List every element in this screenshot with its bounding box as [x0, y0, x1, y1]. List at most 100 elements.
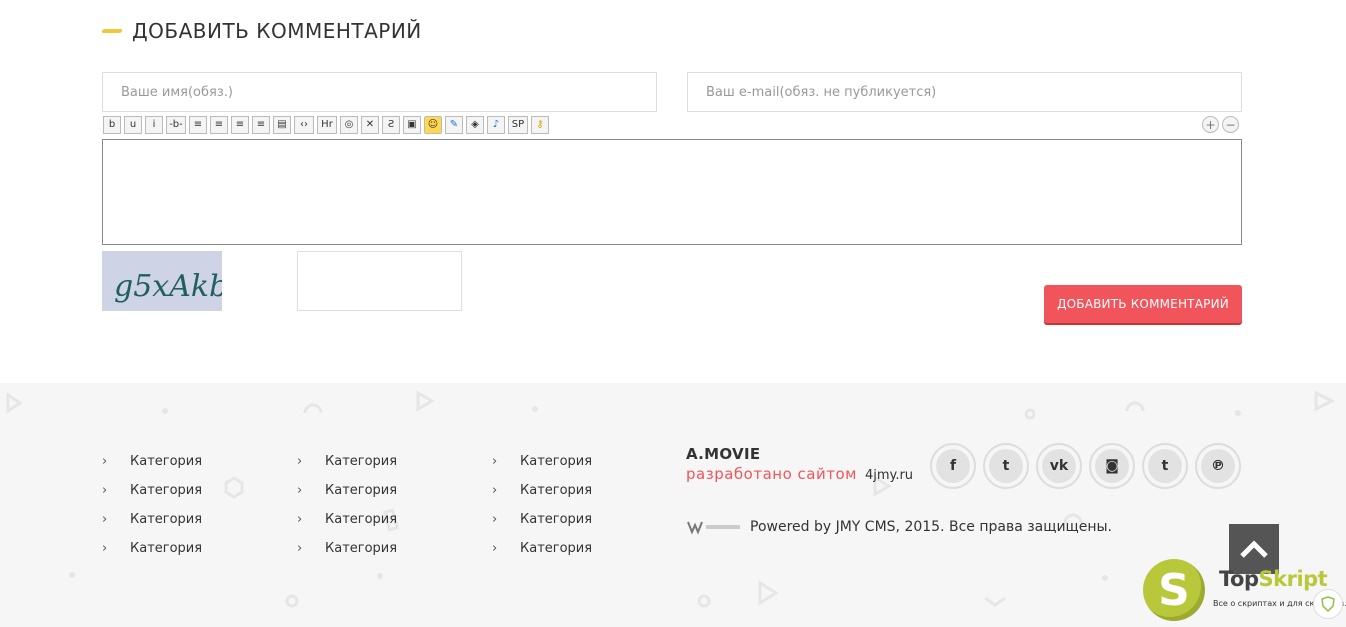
zoom-controls: + − [1202, 116, 1239, 133]
name-input[interactable] [102, 72, 657, 112]
category-label: Категория [130, 454, 203, 469]
chevron-right-icon: › [492, 454, 498, 469]
zoom-out-button[interactable]: − [1222, 116, 1239, 133]
add-comment-button[interactable]: ДОБАВИТЬ КОММЕНТАРИЙ [1044, 285, 1242, 323]
category-link[interactable]: › Категория [297, 476, 397, 505]
pinterest-icon: ℗ [1201, 449, 1235, 483]
chevron-right-icon: › [297, 512, 303, 527]
zoom-in-button[interactable]: + [1202, 116, 1219, 133]
vk-icon: vk [1042, 449, 1076, 483]
category-label: Категория [520, 483, 593, 498]
music-button[interactable]: ♪ [487, 116, 505, 134]
footer-brand: A.MOVIE разработано сайтом 4jmy.ru [686, 445, 913, 483]
bbcode-toolbar: b u i -b- ≡ ≡ ≡ ≡ ▤ ‹› Hr ◎ ✕ Ƨ ▣ ☺ ✎ ◈ ♪ SP ⚷ [103, 116, 549, 134]
chevron-right-icon: › [297, 454, 303, 469]
form-heading: ДОБАВИТЬ КОММЕНТАРИЙ [132, 19, 422, 43]
category-label: Категория [130, 541, 203, 556]
powered-by: Powered by JMY CMS, 2015. Все права защи… [686, 516, 1112, 538]
category-label: Категория [325, 541, 398, 556]
chevron-right-icon: › [297, 483, 303, 498]
smile-button[interactable]: ☺ [424, 116, 442, 134]
facebook-button[interactable]: f [930, 443, 976, 489]
chevron-right-icon: › [297, 541, 303, 556]
developer-credit: разработано сайтом 4jmy.ru [686, 465, 913, 483]
category-label: Категория [520, 541, 593, 556]
category-label: Категория [520, 512, 593, 527]
developer-site-link[interactable]: 4jmy.ru [865, 468, 913, 483]
category-link[interactable]: › Категория [102, 534, 202, 563]
category-link[interactable]: › Категория [492, 534, 592, 563]
category-link[interactable]: › Категория [297, 534, 397, 563]
edit-button[interactable]: ✎ [445, 116, 463, 134]
title-accent-dash [101, 29, 123, 33]
tumblr-icon: t [1148, 449, 1182, 483]
pinterest-button[interactable]: ℗ [1195, 443, 1241, 489]
topskript-name-a: Top [1219, 567, 1259, 591]
topskript-logo: S [1143, 559, 1205, 621]
category-link[interactable]: › Категория [492, 476, 592, 505]
instagram-button[interactable]: ◙ [1089, 443, 1135, 489]
align-left-button[interactable]: ≡ [189, 116, 207, 134]
spoiler-button[interactable]: ◎ [340, 116, 358, 134]
copy-button[interactable]: ▣ [403, 116, 421, 134]
align-center-button[interactable]: ≡ [231, 116, 249, 134]
underline-button[interactable]: u [124, 116, 142, 134]
chevron-right-icon: › [492, 483, 498, 498]
powered-text: Powered by JMY CMS, 2015. Все права защи… [750, 519, 1113, 535]
chevron-right-icon: › [102, 454, 108, 469]
top-wonders-logo [687, 521, 740, 535]
chevron-up-icon [1240, 540, 1268, 558]
list-button[interactable]: ▤ [273, 116, 291, 134]
captcha-graphic: g5xAkb [114, 269, 228, 304]
category-label: Категория [130, 512, 203, 527]
email-input[interactable] [687, 72, 1242, 112]
key-button[interactable]: ⚷ [531, 116, 549, 134]
category-link[interactable]: › Категория [492, 447, 592, 476]
comment-textarea[interactable] [102, 139, 1242, 245]
chevron-right-icon: › [102, 483, 108, 498]
category-link[interactable]: › Категория [297, 447, 397, 476]
tumblr-button[interactable]: t [1142, 443, 1188, 489]
captcha-image: g5xAkb [102, 251, 228, 311]
quote-button[interactable]: Ƨ [382, 116, 400, 134]
hide-button[interactable]: ✕ [361, 116, 379, 134]
captcha-input[interactable] [297, 251, 462, 311]
category-column-3: › Категория › Категория › Категория › Катего… [492, 447, 592, 563]
category-link[interactable]: › Категория [102, 447, 202, 476]
chevron-right-icon: › [102, 512, 108, 527]
instagram-icon: ◙ [1095, 449, 1129, 483]
category-link[interactable]: › Категория [102, 476, 202, 505]
category-label: Категория [325, 454, 398, 469]
hr-button[interactable]: Hr [317, 116, 337, 134]
topskript-badge: S TopSkript Все о скриптах и для скрипто… [1143, 559, 1346, 627]
category-link[interactable]: › Категория [297, 505, 397, 534]
twitter-icon: t [989, 449, 1023, 483]
category-label: Категория [130, 483, 203, 498]
category-link[interactable]: › Категория [102, 505, 202, 534]
captcha-text: g5xAkb [114, 269, 222, 304]
bold-button[interactable]: b [103, 116, 121, 134]
chevron-right-icon: › [492, 512, 498, 527]
category-column-2: › Категория › Категория › Категория › Катего… [297, 447, 397, 563]
twitter-button[interactable]: t [983, 443, 1029, 489]
strike-button[interactable]: -b- [166, 116, 186, 134]
comment-form-title: ДОБАВИТЬ КОММЕНТАРИЙ [101, 18, 422, 44]
category-link[interactable]: › Категория [492, 505, 592, 534]
category-label: Категория [325, 512, 398, 527]
align-justify-button[interactable]: ≡ [252, 116, 270, 134]
erase-button[interactable]: ◈ [466, 116, 484, 134]
vk-button[interactable]: vk [1036, 443, 1082, 489]
chevron-right-icon: › [102, 541, 108, 556]
topskript-name-b: Skript [1258, 567, 1328, 591]
align-right-button[interactable]: ≡ [210, 116, 228, 134]
italic-button[interactable]: i [145, 116, 163, 134]
category-label: Категория [325, 483, 398, 498]
chevron-right-icon: › [492, 541, 498, 556]
shield-icon[interactable] [1313, 589, 1343, 619]
code-button[interactable]: ‹› [294, 116, 314, 134]
sp-button[interactable]: SP [508, 116, 528, 134]
category-column-1: › Категория › Категория › Категория › Катего… [102, 447, 202, 563]
brand-name: A.MOVIE [686, 445, 761, 463]
social-links: f t vk ◙ t ℗ [930, 443, 1241, 489]
facebook-icon: f [936, 449, 970, 483]
